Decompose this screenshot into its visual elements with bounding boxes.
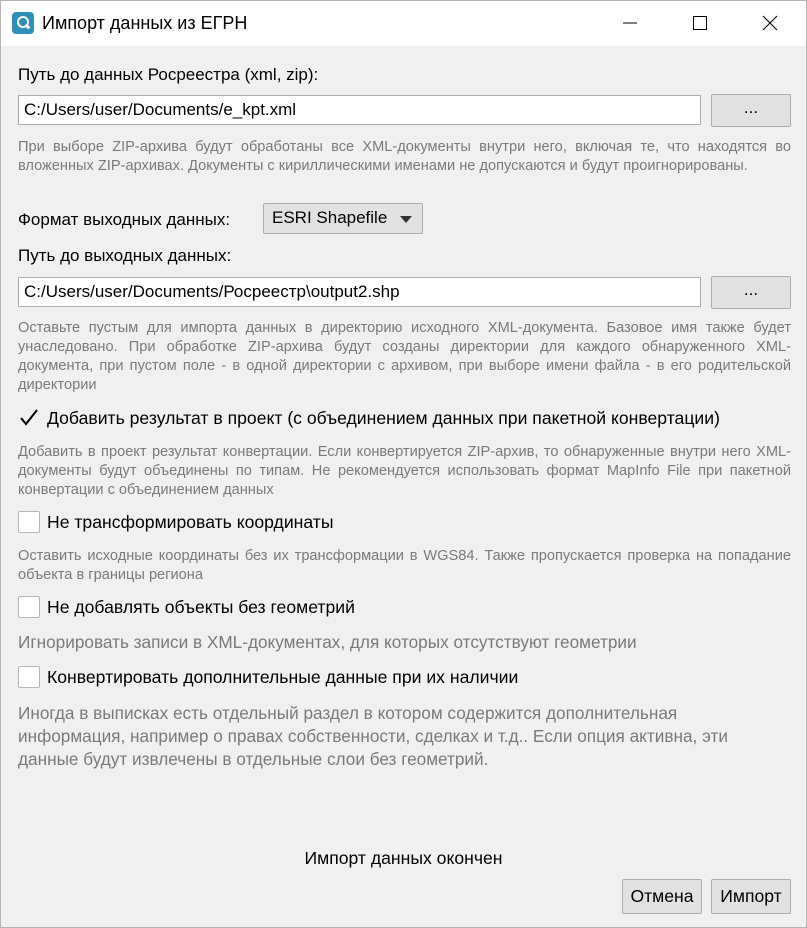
no-transform-checkbox[interactable]	[18, 511, 40, 533]
import-dialog: Импорт данных из ЕГРН Путь до данных Рос…	[0, 0, 807, 928]
maximize-icon	[693, 16, 707, 30]
skip-no-geometry-label[interactable]: Не добавлять объекты без геометрий	[47, 597, 355, 618]
extra-data-checkbox[interactable]	[18, 666, 40, 688]
extra-data-hint: Иногда в выписках есть отдельный раздел …	[18, 703, 728, 769]
add-to-project-label[interactable]: Добавить результат в проект (с объединен…	[47, 408, 720, 429]
output-format-select[interactable]: ESRI Shapefile	[263, 203, 423, 234]
maximize-button[interactable]	[677, 1, 723, 46]
title-bar[interactable]: Импорт данных из ЕГРН	[1, 1, 806, 46]
checkmark-icon	[20, 409, 38, 426]
input-path-hint: При выборе ZIP-архива будут обработаны в…	[18, 139, 791, 174]
status-text: Импорт данных окончен	[304, 848, 503, 868]
input-browse-button[interactable]: ...	[711, 94, 791, 127]
close-icon	[762, 15, 778, 31]
skip-no-geometry-checkbox[interactable]	[18, 596, 40, 618]
app-icon	[12, 12, 34, 34]
output-format-value: ESRI Shapefile	[272, 208, 388, 227]
output-path-label: Путь до выходных данных:	[18, 246, 232, 265]
input-path-field[interactable]: C:/Users/user/Documents/e_kpt.xml	[18, 95, 701, 125]
extra-data-label[interactable]: Конвертировать дополнительные данные при…	[47, 667, 518, 688]
input-path-label: Путь до данных Росреестра (xml, zip):	[18, 65, 319, 84]
add-to-project-hint: Добавить в проект результат конвертации.…	[18, 444, 791, 498]
add-to-project-checkbox[interactable]	[18, 407, 40, 429]
minimize-button[interactable]	[607, 1, 653, 46]
output-path-field[interactable]: C:/Users/user/Documents/Росреестр\output…	[18, 277, 701, 307]
skip-no-geometry-hint: Игнорировать записи в XML-документах, дл…	[18, 632, 637, 652]
output-format-label: Формат выходных данных:	[18, 210, 231, 229]
cancel-button[interactable]: Отмена	[622, 879, 702, 914]
close-button[interactable]	[747, 1, 793, 46]
minimize-icon	[623, 22, 637, 24]
window-title: Импорт данных из ЕГРН	[42, 13, 248, 33]
no-transform-label[interactable]: Не трансформировать координаты	[47, 512, 333, 533]
no-transform-hint: Оставить исходные координаты без их тран…	[18, 548, 791, 583]
output-path-hint: Оставьте пустым для импорта данных в дир…	[18, 320, 791, 393]
chevron-down-icon	[400, 216, 412, 223]
output-browse-button[interactable]: ...	[711, 276, 791, 309]
import-button[interactable]: Импорт	[711, 879, 791, 914]
